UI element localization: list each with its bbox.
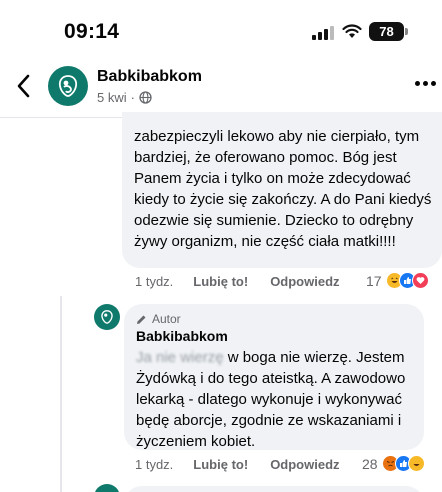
reactions-summary[interactable]: 17 [366, 272, 429, 289]
comment-bubble[interactable]: zabezpieczyli lekowo aby nie cierpiało, … [122, 112, 442, 268]
signal-icon [312, 26, 334, 40]
globe-icon [139, 91, 152, 104]
love-icon [411, 272, 429, 289]
comment-text: zabezpieczyli lekowo aby nie cierpiało, … [134, 128, 432, 250]
comment-time[interactable]: 1 tydz. [135, 457, 173, 472]
back-icon[interactable] [10, 70, 38, 102]
more-icon[interactable] [415, 78, 439, 88]
reactions-summary[interactable]: 28 [362, 455, 425, 472]
status-bar: 09:14 78 [0, 0, 442, 58]
author-badge: Autor [136, 312, 412, 326]
like-button[interactable]: Lubię to! [193, 457, 248, 472]
post-age[interactable]: 5 kwi [97, 90, 127, 105]
page-name[interactable]: Babkibabkom [97, 68, 202, 86]
reply-button[interactable]: Odpowiedz [270, 274, 339, 289]
redacted-text: Ja nie wierzę [136, 349, 224, 366]
next-reply-avatar[interactable] [94, 484, 120, 492]
battery-tip [405, 28, 408, 35]
author-badge-label: Autor [152, 312, 181, 326]
battery-indicator: 78 [369, 22, 404, 41]
status-time: 09:14 [64, 20, 120, 43]
comment-actions: 1 tydz. Lubię to! Odpowiedz [135, 274, 340, 289]
commenter-name[interactable]: Babkibabkom [136, 328, 412, 344]
meta-separator: · [130, 90, 135, 105]
page-avatar[interactable] [48, 66, 88, 106]
comment-text: Ja nie wierzę w boga nie wierzę. Jestem … [136, 347, 412, 452]
thread-line [60, 296, 96, 492]
comment-actions: 1 tydz. Lubię to! Odpowiedz [135, 457, 340, 472]
reply-button[interactable]: Odpowiedz [270, 457, 339, 472]
comment-time[interactable]: 1 tydz. [135, 274, 173, 289]
reaction-count: 17 [366, 272, 382, 289]
reply-bubble[interactable]: Autor Babkibabkom Ja nie wierzę w boga n… [124, 304, 424, 450]
logo-icon [101, 310, 113, 324]
reaction-count: 28 [362, 455, 378, 472]
logo-icon [58, 75, 78, 97]
next-reply-bubble[interactable] [124, 486, 424, 492]
haha-icon [407, 455, 425, 472]
like-button[interactable]: Lubię to! [193, 274, 248, 289]
reply-avatar[interactable] [94, 304, 120, 330]
pencil-icon [137, 315, 146, 324]
post-meta: 5 kwi · [97, 90, 152, 105]
post-header: Babkibabkom 5 kwi · [0, 58, 442, 118]
wifi-icon [342, 24, 362, 38]
